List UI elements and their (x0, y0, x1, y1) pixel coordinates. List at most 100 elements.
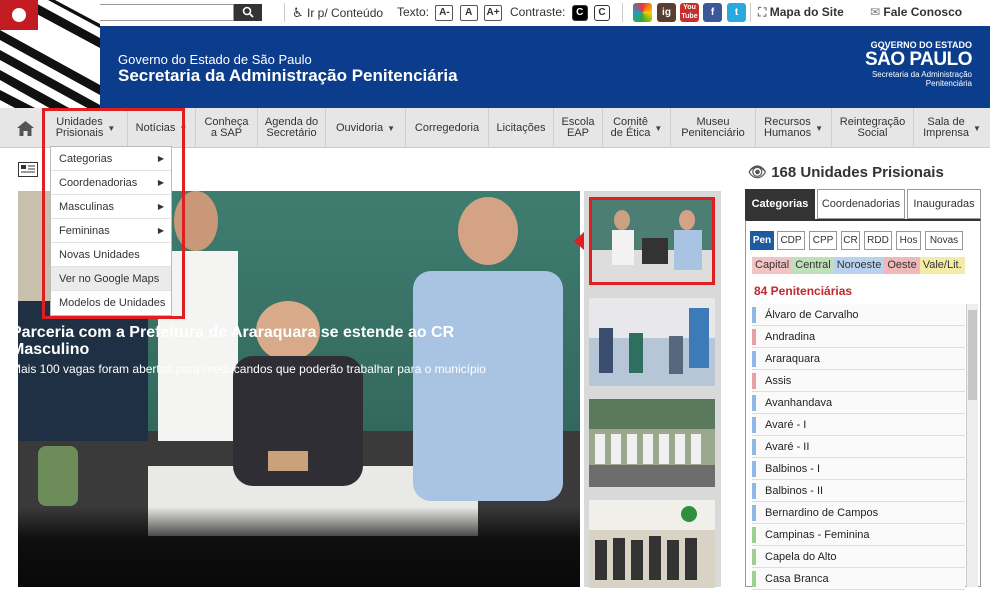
home-button[interactable] (8, 108, 44, 148)
divider (622, 3, 623, 22)
sitemap-link[interactable]: ⛶ Mapa do Site (758, 5, 844, 20)
list-item[interactable]: Assis (752, 370, 965, 392)
text-decrease-button[interactable]: A- (435, 5, 454, 21)
menu-item-novas-unidades[interactable]: Novas Unidades (51, 243, 171, 267)
menu-item-modelos-unidades[interactable]: Modelos de Unidades (51, 291, 171, 315)
list-item[interactable]: Capela do Alto (752, 546, 965, 568)
penitentiary-count: 84 Penitenciárias (754, 284, 853, 298)
chip-pen[interactable]: Pen (750, 231, 774, 250)
envelope-icon: ✉ (870, 5, 881, 19)
chip-hos[interactable]: Hos (896, 231, 921, 250)
list-item[interactable]: Araraquara (752, 348, 965, 370)
chip-cr[interactable]: CR (841, 231, 860, 250)
list-item[interactable]: Bernardino de Campos (752, 502, 965, 524)
thumbnail-1[interactable] (589, 197, 715, 285)
region-marker (752, 571, 756, 587)
units-list-scrollbar[interactable] (966, 304, 978, 587)
accessibility-icon: ♿ (292, 5, 304, 20)
thumbnail-2[interactable] (589, 298, 715, 386)
nav-licitacoes[interactable]: Licitações (489, 108, 554, 148)
nav-corregedoria[interactable]: Corregedoria (406, 108, 489, 148)
chevron-right-icon: ▶ (157, 154, 164, 163)
units-list: Álvaro de Carvalho Andradina Araraquara … (752, 304, 965, 590)
chip-rdd[interactable]: RDD (864, 231, 892, 250)
region-marker (752, 527, 756, 543)
caret-down-icon: ▼ (387, 123, 395, 133)
region-oeste[interactable]: Oeste (884, 257, 920, 274)
pinwheel-icon[interactable] (633, 3, 652, 22)
tab-categorias[interactable]: Categorias (745, 189, 815, 219)
search-button[interactable] (234, 4, 262, 21)
nav-reintegracao-social[interactable]: Reintegração Social (832, 108, 914, 148)
nav-ouvidoria[interactable]: Ouvidoria ▼ (326, 108, 406, 148)
news-icon (18, 162, 38, 177)
text-reset-button[interactable]: A (459, 5, 478, 21)
nav-agenda-secretario[interactable]: Agenda do Secretário (258, 108, 326, 148)
thumbnail-3[interactable] (589, 399, 715, 487)
list-item[interactable]: Avanhandava (752, 392, 965, 414)
featured-news-title[interactable]: Parceria com a Prefeitura de Araraquara … (11, 324, 531, 358)
nav-conheca-sap[interactable]: Conheça a SAP (196, 108, 258, 148)
region-vale-litoral[interactable]: Vale/Lit. (919, 257, 965, 274)
thumbnail-4[interactable] (589, 500, 715, 588)
search-input[interactable] (96, 4, 234, 21)
contrast-dark-button[interactable]: C (571, 5, 588, 21)
region-marker (752, 505, 756, 521)
list-item[interactable]: Avaré - II (752, 436, 965, 458)
nav-unidades-prisionais[interactable]: Unidades Prisionais ▼ (44, 108, 128, 148)
list-item[interactable]: Avaré - I (752, 414, 965, 436)
instagram-icon[interactable]: ig (657, 3, 676, 22)
region-capital[interactable]: Capital (752, 257, 793, 274)
nav-sala-imprensa[interactable]: Sala de Imprensa ▼ (914, 108, 990, 148)
facebook-icon[interactable]: f (703, 3, 722, 22)
caret-down-icon: ▼ (179, 123, 188, 133)
text-size-controls: Texto: A- A A+ (397, 5, 503, 21)
region-marker (752, 373, 756, 389)
list-item[interactable]: Balbinos - I (752, 458, 965, 480)
list-item[interactable]: Campinas - Feminina (752, 524, 965, 546)
tab-inauguradas[interactable]: Inauguradas (907, 189, 981, 219)
page-title[interactable]: Secretaria da Administração Penitenciári… (118, 66, 458, 86)
contact-link[interactable]: ✉ Fale Conosco (870, 5, 962, 19)
skip-to-content-link[interactable]: ♿ Ir p/ Conteúdo (292, 5, 383, 21)
sp-government-logo[interactable]: GOVERNO DO ESTADO SÃO PAULO Secretaria d… (865, 40, 973, 88)
region-marker (752, 461, 756, 477)
region-central[interactable]: Central (792, 257, 834, 274)
site-header: Governo do Estado de São Paulo Secretari… (0, 26, 990, 108)
list-item[interactable]: Álvaro de Carvalho (752, 304, 965, 326)
menu-item-google-maps[interactable]: Ver no Google Maps (51, 267, 171, 291)
nav-museu-penitenciario[interactable]: Museu Penitenciário (671, 108, 756, 148)
contrast-light-button[interactable]: C (594, 5, 611, 21)
search-icon (242, 6, 254, 18)
caret-down-icon: ▼ (972, 123, 981, 133)
tab-coordenadorias[interactable]: Coordenadorias (817, 189, 905, 219)
thumbnail-strip (584, 191, 721, 588)
menu-item-femininas[interactable]: Femininas ▶ (51, 219, 171, 243)
featured-news-subtitle: Mais 100 vagas foram abertas para reeduc… (11, 362, 486, 376)
chip-cpp[interactable]: CPP (809, 231, 837, 250)
nav-escola-eap[interactable]: Escola EAP (554, 108, 603, 148)
chevron-right-icon: ▶ (157, 226, 164, 235)
nav-comite-etica[interactable]: Comitê de Ética ▼ (603, 108, 671, 148)
twitter-icon[interactable]: t (727, 3, 746, 22)
nav-noticias[interactable]: Notícias ▼ (128, 108, 196, 148)
scrollbar-thumb[interactable] (968, 310, 977, 400)
caption-overlay (18, 507, 580, 587)
chip-cdp[interactable]: CDP (777, 231, 805, 250)
menu-item-coordenadorias[interactable]: Coordenadorias ▶ (51, 171, 171, 195)
region-marker (752, 549, 756, 565)
menu-item-masculinas[interactable]: Masculinas ▶ (51, 195, 171, 219)
chip-novas[interactable]: Novas (925, 231, 963, 250)
chevron-right-icon: ▶ (157, 178, 164, 187)
menu-item-categorias[interactable]: Categorias ▶ (51, 147, 171, 171)
youtube-icon[interactable]: You Tube (680, 3, 699, 22)
government-line: Governo do Estado de São Paulo (118, 52, 312, 67)
region-noroeste[interactable]: Noroeste (833, 257, 885, 274)
list-item[interactable]: Balbinos - II (752, 480, 965, 502)
list-item[interactable]: Andradina (752, 326, 965, 348)
caret-down-icon: ▼ (815, 123, 823, 133)
nav-recursos-humanos[interactable]: Recursos Humanos ▼ (756, 108, 832, 148)
region-marker (752, 307, 756, 323)
divider (750, 3, 751, 22)
text-increase-button[interactable]: A+ (484, 5, 503, 21)
